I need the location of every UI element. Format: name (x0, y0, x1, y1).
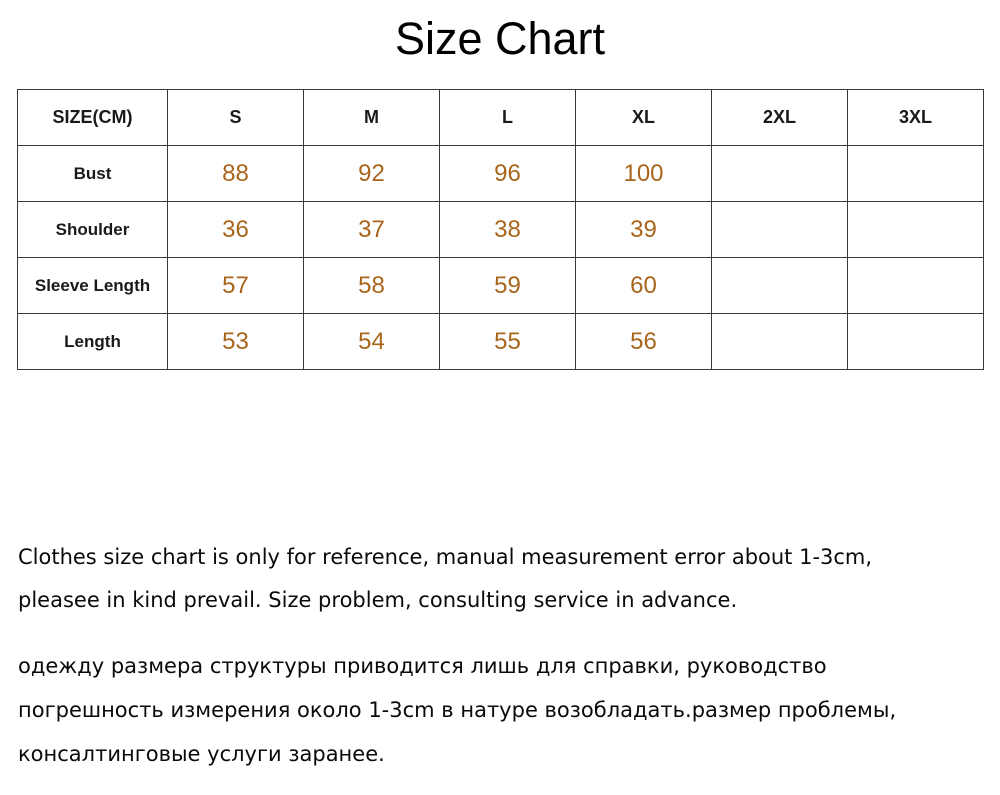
cell-bust-xl: 100 (575, 145, 712, 202)
column-header-size-cm: SIZE(CM) (17, 89, 168, 146)
row-label-sleeve-length: Sleeve Length (17, 257, 168, 314)
column-header-2xl: 2XL (711, 89, 848, 146)
cell-bust-2xl (711, 145, 848, 202)
note-english-line-2: pleasee in kind prevail. Size problem, c… (18, 588, 738, 612)
table-row: Bust 88 92 96 100 (17, 145, 984, 202)
cell-shoulder-s: 36 (167, 201, 304, 258)
row-label-length: Length (17, 313, 168, 370)
note-russian-line-2: погрешность измерения около 1-3cm в нату… (18, 698, 897, 722)
cell-sleeve-length-l: 59 (439, 257, 576, 314)
size-chart-table: SIZE(CM) S M L XL 2XL 3XL Bust 88 92 96 … (17, 89, 984, 370)
column-header-l: L (439, 89, 576, 146)
column-header-s: S (167, 89, 304, 146)
note-russian: одежду размера структуры приводится лишь… (18, 644, 978, 776)
cell-bust-s: 88 (167, 145, 304, 202)
cell-length-s: 53 (167, 313, 304, 370)
cell-length-3xl (847, 313, 984, 370)
note-english: Clothes size chart is only for reference… (18, 536, 978, 622)
cell-length-2xl (711, 313, 848, 370)
cell-sleeve-length-3xl (847, 257, 984, 314)
cell-bust-l: 96 (439, 145, 576, 202)
table-row: Shoulder 36 37 38 39 (17, 201, 984, 258)
table-header-row: SIZE(CM) S M L XL 2XL 3XL (17, 89, 984, 146)
column-header-m: M (303, 89, 440, 146)
cell-length-xl: 56 (575, 313, 712, 370)
cell-sleeve-length-s: 57 (167, 257, 304, 314)
note-russian-line-1: одежду размера структуры приводится лишь… (18, 654, 827, 678)
cell-length-l: 55 (439, 313, 576, 370)
table-row: Sleeve Length 57 58 59 60 (17, 257, 984, 314)
note-russian-line-3: консалтинговые услуги заранее. (18, 742, 385, 766)
cell-shoulder-3xl (847, 201, 984, 258)
cell-length-m: 54 (303, 313, 440, 370)
cell-shoulder-2xl (711, 201, 848, 258)
row-label-bust: Bust (17, 145, 168, 202)
note-english-line-1: Clothes size chart is only for reference… (18, 545, 873, 569)
cell-sleeve-length-2xl (711, 257, 848, 314)
cell-bust-m: 92 (303, 145, 440, 202)
size-chart-table-container: SIZE(CM) S M L XL 2XL 3XL Bust 88 92 96 … (17, 89, 984, 370)
cell-bust-3xl (847, 145, 984, 202)
row-label-shoulder: Shoulder (17, 201, 168, 258)
cell-sleeve-length-xl: 60 (575, 257, 712, 314)
column-header-xl: XL (575, 89, 712, 146)
table-row: Length 53 54 55 56 (17, 313, 984, 370)
page-title: Size Chart (394, 13, 606, 64)
cell-shoulder-m: 37 (303, 201, 440, 258)
cell-shoulder-l: 38 (439, 201, 576, 258)
cell-sleeve-length-m: 58 (303, 257, 440, 314)
column-header-3xl: 3XL (847, 89, 984, 146)
disclaimer-notes: Clothes size chart is only for reference… (18, 536, 978, 776)
cell-shoulder-xl: 39 (575, 201, 712, 258)
